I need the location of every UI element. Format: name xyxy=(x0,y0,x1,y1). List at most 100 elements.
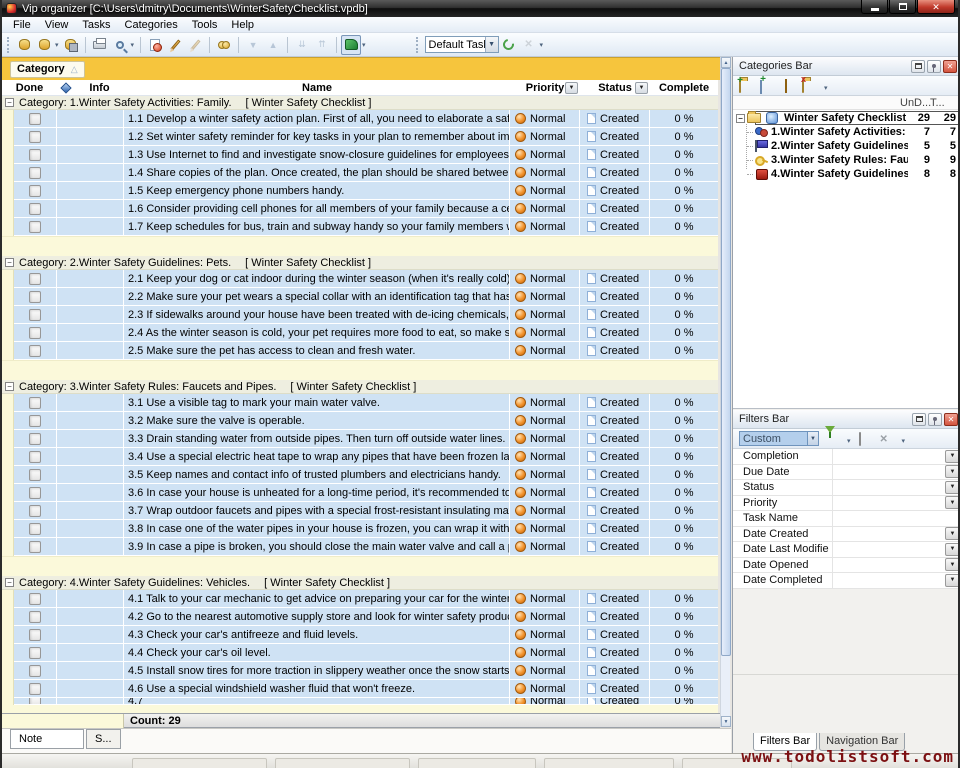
task-status-cell[interactable]: Created xyxy=(580,430,650,448)
task-status-cell[interactable]: Created xyxy=(580,644,650,662)
categories-pin-button[interactable] xyxy=(927,60,941,73)
task-view-combo-dropdown-icon[interactable]: ▼ xyxy=(485,37,498,52)
task-name[interactable]: 2.3 If sidewalks around your house have … xyxy=(124,306,510,324)
category-group-header[interactable]: − Category: 4.Winter Safety Guidelines: … xyxy=(2,576,718,590)
edit-category-button[interactable] xyxy=(781,80,796,92)
task-name[interactable]: 4.5 Install snow tires for more traction… xyxy=(124,662,510,680)
filter-value-area[interactable] xyxy=(833,542,945,557)
collapse-group-icon[interactable]: − xyxy=(5,382,14,391)
task-priority-cell[interactable]: Normal xyxy=(510,484,580,502)
task-status-cell[interactable]: Created xyxy=(580,590,650,608)
task-name[interactable]: 2.4 As the winter season is cold, your p… xyxy=(124,324,510,342)
restore-button[interactable] xyxy=(889,0,916,14)
task-row[interactable]: 1.1 Develop a winter safety action plan.… xyxy=(2,110,718,128)
task-row[interactable]: 3.7 Wrap outdoor faucets and pipes with … xyxy=(2,502,718,520)
scroll-up-button[interactable]: ▲ xyxy=(721,57,731,68)
task-done-checkbox[interactable] xyxy=(29,167,41,179)
task-name[interactable]: 3.3 Drain standing water from outside pi… xyxy=(124,430,510,448)
task-status-cell[interactable]: Created xyxy=(580,110,650,128)
task-row[interactable]: 1.4 Share copies of the plan. Once creat… xyxy=(2,164,718,182)
filter-value-area[interactable] xyxy=(833,573,945,588)
task-done-checkbox[interactable] xyxy=(29,113,41,125)
filter-view-combo[interactable]: Custom ▼ xyxy=(739,431,819,446)
categories-bar-header[interactable]: Categories Bar ✕ xyxy=(733,57,960,76)
task-name[interactable]: 1.4 Share copies of the plan. Once creat… xyxy=(124,164,510,182)
task-row[interactable]: 2.2 Make sure your pet wears a special c… xyxy=(2,288,718,306)
task-status-cell[interactable]: Created xyxy=(580,698,650,705)
task-name[interactable]: 3.2 Make sure the valve is operable. xyxy=(124,412,510,430)
task-done-checkbox[interactable] xyxy=(29,505,41,517)
filters-restore-button[interactable] xyxy=(912,413,926,426)
task-name[interactable]: 3.6 In case your house is unheated for a… xyxy=(124,484,510,502)
filter-value-area[interactable] xyxy=(833,449,945,464)
task-name[interactable]: 1.7 Keep schedules for bus, train and su… xyxy=(124,218,510,236)
task-name[interactable]: 1.6 Consider providing cell phones for a… xyxy=(124,200,510,218)
print-button[interactable] xyxy=(90,35,110,55)
tree-root-row[interactable]: − Winter Safety Checklist 29 29 xyxy=(733,111,960,125)
task-done-checkbox[interactable] xyxy=(29,203,41,215)
column-header-priority[interactable]: Priority▼ xyxy=(510,80,580,95)
task-view-combo[interactable]: Default Task V ▼ xyxy=(425,36,499,53)
task-status-cell[interactable]: Created xyxy=(580,412,650,430)
task-name[interactable]: 3.4 Use a special electric heat tape to … xyxy=(124,448,510,466)
task-name[interactable]: 1.1 Develop a winter safety action plan.… xyxy=(124,110,510,128)
task-row[interactable]: 3.1 Use a visible tag to mark your main … xyxy=(2,394,718,412)
task-status-cell[interactable]: Created xyxy=(580,146,650,164)
task-done-checkbox[interactable] xyxy=(29,131,41,143)
task-done-checkbox[interactable] xyxy=(29,291,41,303)
delete-view-button[interactable]: ✕ xyxy=(519,35,539,55)
scrollbar-thumb[interactable] xyxy=(721,68,731,656)
task-priority-cell[interactable]: Normal xyxy=(510,680,580,698)
delete-category-button[interactable] xyxy=(802,80,817,92)
task-priority-cell[interactable]: Normal xyxy=(510,698,580,705)
column-header-name[interactable]: Name xyxy=(124,80,510,95)
filter-dropdown-button[interactable]: ▼ xyxy=(945,574,960,587)
task-status-cell[interactable]: Created xyxy=(580,270,650,288)
task-status-cell[interactable]: Created xyxy=(580,608,650,626)
task-priority-cell[interactable]: Normal xyxy=(510,128,580,146)
task-done-checkbox[interactable] xyxy=(29,415,41,427)
task-priority-cell[interactable]: Normal xyxy=(510,412,580,430)
task-priority-cell[interactable]: Normal xyxy=(510,448,580,466)
filter-dropdown-button[interactable]: ▼ xyxy=(945,543,960,556)
minimize-button[interactable] xyxy=(861,0,888,14)
task-row[interactable]: 2.1 Keep your dog or cat indoor during t… xyxy=(2,270,718,288)
task-done-checkbox[interactable] xyxy=(29,273,41,285)
category-group-header[interactable]: − Category: 2.Winter Safety Guidelines: … xyxy=(2,256,718,270)
task-priority-cell[interactable]: Normal xyxy=(510,270,580,288)
filter-value-area[interactable] xyxy=(833,465,945,480)
tree-category-row[interactable]: 4.Winter Safety Guidelines: Ve 8 8 xyxy=(733,167,960,181)
task-priority-cell[interactable]: Normal xyxy=(510,306,580,324)
task-done-checkbox[interactable] xyxy=(29,345,41,357)
task-name[interactable]: 3.7 Wrap outdoor faucets and pipes with … xyxy=(124,502,510,520)
collapse-group-icon[interactable]: − xyxy=(5,98,14,107)
task-row[interactable]: 4.2 Go to the nearest automotive supply … xyxy=(2,608,718,626)
task-done-checkbox[interactable] xyxy=(29,469,41,481)
column-header-priority-flag[interactable] xyxy=(57,80,75,95)
task-priority-cell[interactable]: Normal xyxy=(510,218,580,236)
task-priority-cell[interactable]: Normal xyxy=(510,324,580,342)
priority-filter-button[interactable]: ▼ xyxy=(565,82,578,94)
task-done-checkbox[interactable] xyxy=(29,309,41,321)
task-priority-cell[interactable]: Normal xyxy=(510,466,580,484)
task-done-checkbox[interactable] xyxy=(29,149,41,161)
move-down-button[interactable]: ▼ xyxy=(243,35,263,55)
filter-dropdown-button[interactable]: ▼ xyxy=(945,527,960,540)
categories-close-button[interactable]: ✕ xyxy=(943,60,957,73)
task-row[interactable]: 4.4 Check your car's oil level. Normal C… xyxy=(2,644,718,662)
move-bottom-button[interactable]: ⇊ xyxy=(292,35,312,55)
task-status-cell[interactable]: Created xyxy=(580,218,650,236)
collapse-group-icon[interactable]: − xyxy=(5,258,14,267)
task-row[interactable]: 2.4 As the winter season is cold, your p… xyxy=(2,324,718,342)
task-name[interactable]: 3.5 Keep names and contact info of trust… xyxy=(124,466,510,484)
tree-category-row[interactable]: 2.Winter Safety Guidelines: Pe 5 5 xyxy=(733,139,960,153)
task-row[interactable]: 2.3 If sidewalks around your house have … xyxy=(2,306,718,324)
scroll-down-button[interactable]: ▼ xyxy=(721,716,731,727)
tab-note-short[interactable]: S... xyxy=(86,729,121,749)
task-status-cell[interactable]: Created xyxy=(580,502,650,520)
task-priority-cell[interactable]: Normal xyxy=(510,288,580,306)
task-name[interactable]: 3.1 Use a visible tag to mark your main … xyxy=(124,394,510,412)
filter-value-area[interactable] xyxy=(833,496,945,511)
task-name[interactable]: 2.1 Keep your dog or cat indoor during t… xyxy=(124,270,510,288)
filter-value-area[interactable] xyxy=(833,527,945,542)
